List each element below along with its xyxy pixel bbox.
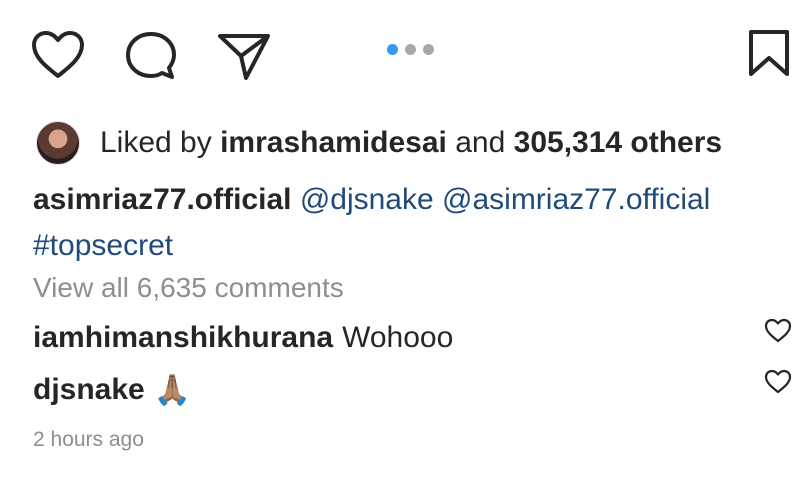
caption-username[interactable]: asimriaz77.official [33, 183, 291, 216]
liked-by-row: Liked by imrashamidesai and 305,314 othe… [36, 120, 722, 166]
comment-icon[interactable] [124, 30, 178, 82]
comment-like-heart-icon[interactable] [764, 369, 792, 395]
liked-by-text: Liked by imrashamidesai and 305,314 othe… [100, 128, 722, 158]
bookmark-icon[interactable] [746, 28, 792, 78]
comment-text: Wohooo [342, 321, 454, 354]
carousel-dot[interactable] [405, 44, 416, 55]
comment-row: djsnake 🙏🏽 [33, 365, 773, 415]
likes-count[interactable]: 305,314 others [514, 126, 722, 159]
carousel-dots [387, 44, 434, 55]
comment-username[interactable]: iamhimanshikhurana [33, 321, 333, 355]
comment-username[interactable]: djsnake [33, 373, 145, 407]
carousel-dot[interactable] [423, 44, 434, 55]
hashtag-link[interactable]: #topsecret [33, 229, 173, 262]
liked-by-username[interactable]: imrashamidesai [220, 126, 447, 159]
mention-link[interactable]: @asimriaz77.official [442, 183, 710, 216]
avatar[interactable] [36, 121, 80, 165]
view-all-comments-link[interactable]: View all 6,635 comments [33, 272, 344, 304]
heart-icon[interactable] [30, 30, 86, 80]
caption: asimriaz77.official @djsnake @asimriaz77… [33, 177, 773, 269]
carousel-dot-active[interactable] [387, 44, 398, 55]
comment-text: 🙏🏽 [153, 373, 192, 407]
post-timestamp: 2 hours ago [33, 428, 144, 451]
liked-by-prefix: Liked by [100, 126, 212, 159]
comment-like-heart-icon[interactable] [764, 318, 792, 344]
instagram-post: Liked by imrashamidesai and 305,314 othe… [0, 0, 800, 500]
comment-row: iamhimanshikhurana Wohooo [33, 313, 773, 363]
mention-link[interactable]: @djsnake [300, 183, 434, 216]
paper-plane-icon[interactable] [216, 30, 272, 82]
liked-by-conjunction: and [455, 126, 506, 159]
action-bar [0, 0, 800, 110]
